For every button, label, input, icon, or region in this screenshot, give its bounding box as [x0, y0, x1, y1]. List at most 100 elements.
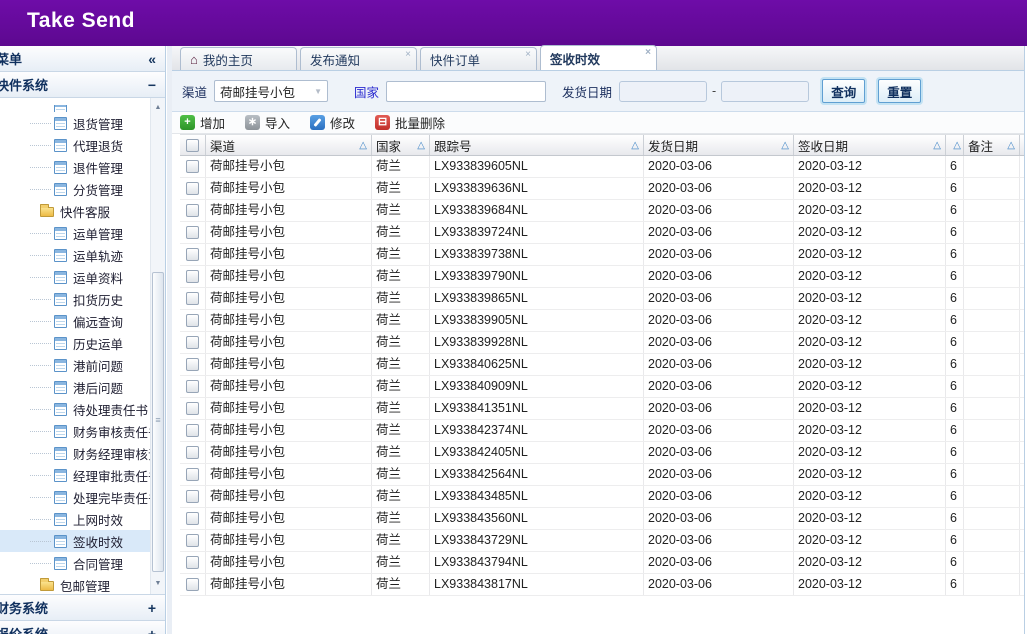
scroll-down-icon[interactable]: ▼: [152, 577, 164, 590]
search-button[interactable]: 查询: [822, 79, 865, 103]
row-checkbox[interactable]: [186, 556, 199, 569]
row-checkbox[interactable]: [186, 314, 199, 327]
expand-plus-icon[interactable]: +: [148, 600, 156, 616]
channel-dropdown[interactable]: 荷邮挂号小包 ▼: [214, 80, 328, 102]
row-checkbox[interactable]: [186, 446, 199, 459]
scrollbar-thumb[interactable]: ≡: [152, 272, 164, 572]
row-checkbox[interactable]: [186, 578, 199, 591]
column-header-5[interactable]: △: [946, 135, 964, 155]
tab-0[interactable]: ⌂ 我的主页: [180, 47, 297, 70]
select-all-checkbox[interactable]: [186, 139, 199, 152]
sidebar-item-18[interactable]: 上网时效: [0, 508, 150, 530]
cell-tracking: LX933839738NL: [430, 244, 644, 265]
row-checkbox[interactable]: [186, 512, 199, 525]
table-icon: [54, 447, 67, 460]
column-header-3[interactable]: 发货日期 △: [644, 135, 794, 155]
edit-button[interactable]: 修改: [310, 113, 355, 132]
scroll-up-icon[interactable]: ▲: [152, 101, 164, 114]
row-checkbox[interactable]: [186, 424, 199, 437]
row-checkbox[interactable]: [186, 248, 199, 261]
cell-sign_date: 2020-03-12: [794, 266, 946, 287]
cell-country: 荷兰: [372, 288, 430, 309]
sidebar-item-20[interactable]: 合同管理: [0, 552, 150, 574]
section-label: 报价系统: [0, 624, 48, 634]
tab-2[interactable]: 快件订单 ×: [420, 47, 537, 70]
tree-item-label: 扣货历史: [73, 290, 123, 309]
sidebar-item-3[interactable]: 分货管理: [0, 178, 150, 200]
sort-icon[interactable]: △: [629, 140, 639, 151]
column-header-6[interactable]: 备注 △: [964, 135, 1020, 155]
close-icon[interactable]: ×: [525, 50, 531, 60]
tree-scrollbar[interactable]: ▲ ≡ ▼: [150, 98, 165, 594]
column-header-4[interactable]: 签收日期 △: [794, 135, 946, 155]
sidebar-item-0[interactable]: 退货管理: [0, 112, 150, 134]
sidebar-item-1[interactable]: 代理退货: [0, 134, 150, 156]
sidebar-item-21[interactable]: 包邮管理: [0, 574, 150, 594]
row-checkbox[interactable]: [186, 336, 199, 349]
sidebar-item-8[interactable]: 扣货历史: [0, 288, 150, 310]
sort-icon[interactable]: △: [951, 140, 961, 151]
cell-sign_date: 2020-03-12: [794, 178, 946, 199]
tab-3[interactable]: 签收时效 ×: [540, 45, 657, 70]
sidebar-item-11[interactable]: 港前问题: [0, 354, 150, 376]
date-from-input[interactable]: [619, 81, 707, 102]
sidebar-item-15[interactable]: 财务经理审核责任书: [0, 442, 150, 464]
table-icon: [54, 117, 67, 130]
close-icon[interactable]: ×: [645, 48, 651, 58]
sidebar-item-19[interactable]: 签收时效: [0, 530, 150, 552]
sidebar-item-10[interactable]: 历史运单: [0, 332, 150, 354]
column-header-0[interactable]: 渠道 △: [206, 135, 372, 155]
add-button[interactable]: + 增加: [180, 113, 225, 132]
row-checkbox[interactable]: [186, 402, 199, 415]
row-checkbox[interactable]: [186, 468, 199, 481]
sidebar-collapse-icon[interactable]: «: [148, 51, 156, 67]
sidebar-item-2[interactable]: 退件管理: [0, 156, 150, 178]
close-icon[interactable]: ×: [405, 50, 411, 60]
sidebar-item-5[interactable]: 运单管理: [0, 222, 150, 244]
row-checkbox[interactable]: [186, 358, 199, 371]
sidebar-item-14[interactable]: 财务审核责任书: [0, 420, 150, 442]
date-to-input[interactable]: [721, 81, 809, 102]
reset-button[interactable]: 重置: [878, 79, 921, 103]
row-checkbox[interactable]: [186, 160, 199, 173]
sort-icon[interactable]: △: [931, 140, 941, 151]
cell-sign_date: 2020-03-12: [794, 530, 946, 551]
sort-icon[interactable]: △: [357, 140, 367, 151]
sidebar-item-17[interactable]: 处理完毕责任书: [0, 486, 150, 508]
column-header-2[interactable]: 跟踪号 △: [430, 135, 644, 155]
section-header-express-system[interactable]: 快件系统 −: [0, 72, 165, 98]
section-header-quote-system[interactable]: 报价系统 +: [0, 620, 165, 634]
sidebar-item-12[interactable]: 港后问题: [0, 376, 150, 398]
sort-icon[interactable]: △: [415, 140, 425, 151]
row-checkbox[interactable]: [186, 270, 199, 283]
country-input[interactable]: [386, 81, 546, 102]
collapse-minus-icon[interactable]: −: [148, 77, 156, 93]
sidebar-item-13[interactable]: 待处理责任书: [0, 398, 150, 420]
cell-channel: 荷邮挂号小包: [206, 398, 372, 419]
cell-ship_date: 2020-03-06: [644, 530, 794, 551]
sidebar-item-9[interactable]: 偏远查询: [0, 310, 150, 332]
tab-1[interactable]: 发布通知 ×: [300, 47, 417, 70]
cell-tracking: LX933842564NL: [430, 464, 644, 485]
row-checkbox[interactable]: [186, 226, 199, 239]
row-checkbox[interactable]: [186, 204, 199, 217]
sidebar-item-6[interactable]: 运单轨迹: [0, 244, 150, 266]
cell-ship_date: 2020-03-06: [644, 574, 794, 595]
row-checkbox[interactable]: [186, 534, 199, 547]
column-header-1[interactable]: 国家 △: [372, 135, 430, 155]
import-button[interactable]: ∗ 导入: [245, 113, 290, 132]
section-header-finance-system[interactable]: 财务系统 +: [0, 594, 165, 620]
row-checkbox[interactable]: [186, 490, 199, 503]
batch-delete-button[interactable]: ⊟ 批量删除: [375, 113, 445, 132]
sort-icon[interactable]: △: [779, 140, 789, 151]
row-checkbox[interactable]: [186, 380, 199, 393]
sidebar-item-7[interactable]: 运单资料: [0, 266, 150, 288]
row-select-cell: [180, 486, 206, 507]
sidebar-item-4[interactable]: 快件客服: [0, 200, 150, 222]
cell-tracking: LX933841351NL: [430, 398, 644, 419]
row-checkbox[interactable]: [186, 182, 199, 195]
sort-icon[interactable]: △: [1005, 140, 1015, 151]
row-checkbox[interactable]: [186, 292, 199, 305]
expand-plus-icon[interactable]: +: [148, 626, 156, 634]
sidebar-item-16[interactable]: 经理审批责任书: [0, 464, 150, 486]
